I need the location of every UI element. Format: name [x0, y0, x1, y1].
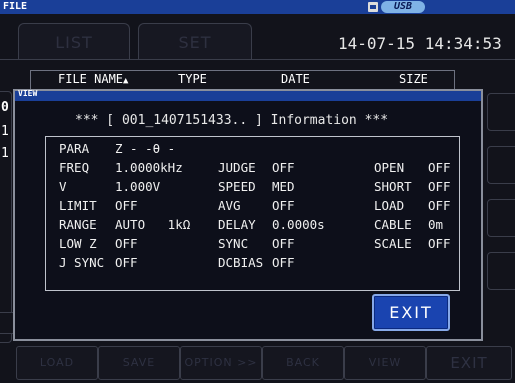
param-value: MED [272, 179, 295, 194]
clock-display: 14-07-15 14:34:53 [338, 34, 502, 53]
column-header-size[interactable]: SIZE [399, 72, 428, 86]
param-label: DELAY [218, 217, 256, 232]
tab-list[interactable]: LIST [18, 23, 130, 60]
view-dialog-title-bar: VIEW [15, 89, 481, 101]
view-dialog-title: VIEW [18, 89, 38, 98]
side-panel-button [487, 146, 515, 184]
param-label: FREQ [59, 160, 90, 175]
param-label: AVG [218, 198, 241, 213]
side-panel-button [487, 199, 515, 237]
tab-set[interactable]: SET [138, 23, 252, 60]
app-title: FILE [3, 1, 28, 12]
param-label: SCALE [374, 236, 412, 251]
usb-status-badge: USB [381, 1, 425, 13]
param-label: CABLE [374, 217, 412, 232]
dialog-exit-button[interactable]: EXIT [372, 294, 450, 331]
param-label: LOAD [374, 198, 405, 213]
column-header-type[interactable]: TYPE [178, 72, 207, 86]
param-label: SHORT [374, 179, 412, 194]
side-panel-button [487, 252, 515, 290]
param-label: J SYNC [59, 255, 105, 270]
list-row-number: 1 [1, 146, 9, 161]
param-value: 0.0000s [272, 217, 325, 232]
param-label: JUDGE [218, 160, 256, 175]
param-label: OPEN [374, 160, 405, 175]
param-value: OFF [272, 236, 295, 251]
list-row-number: 1 [1, 124, 9, 139]
sort-ascending-icon: ▲ [123, 76, 129, 86]
param-value: 0m [428, 217, 444, 232]
param-value: OFF [428, 236, 451, 251]
param-value: OFF [428, 179, 451, 194]
softkey-exit[interactable]: EXIT [426, 346, 512, 380]
list-row-number: 0 [1, 100, 9, 115]
param-label: PARA [59, 141, 90, 156]
param-label: LIMIT [59, 198, 97, 213]
title-bar: FILE [0, 0, 515, 14]
side-panel-button [487, 93, 515, 131]
param-value: AUTO 1kΩ [115, 217, 191, 232]
column-header-date[interactable]: DATE [281, 72, 310, 86]
param-value: 1.0000kHz [115, 160, 183, 175]
param-value: OFF [272, 198, 295, 213]
file-info-heading: *** [ 001_1407151433.. ] Information *** [75, 113, 389, 128]
param-label: V [59, 179, 67, 194]
param-value: OFF [272, 255, 295, 270]
param-value: OFF [115, 236, 138, 251]
tab-divider [0, 59, 515, 60]
param-value: OFF [115, 255, 138, 270]
softkey-load[interactable]: LOAD [16, 346, 98, 380]
softkey-view[interactable]: VIEW [344, 346, 426, 380]
softkey-option[interactable]: OPTION >> [180, 346, 262, 380]
param-value: 1.000V [115, 179, 161, 194]
param-label: SYNC [218, 236, 249, 251]
param-label: DCBIAS [218, 255, 264, 270]
column-header-file-name[interactable]: FILE NAME▲ [58, 72, 128, 86]
param-value: OFF [272, 160, 295, 175]
param-value: OFF [428, 198, 451, 213]
param-value: OFF [115, 198, 138, 213]
param-label: LOW Z [59, 236, 97, 251]
softkey-save[interactable]: SAVE [98, 346, 180, 380]
param-value: OFF [428, 160, 451, 175]
param-label: RANGE [59, 217, 97, 232]
param-value: Z - -θ - [115, 141, 176, 156]
storage-icon [368, 2, 378, 12]
softkey-back[interactable]: BACK [262, 346, 344, 380]
param-label: SPEED [218, 179, 256, 194]
